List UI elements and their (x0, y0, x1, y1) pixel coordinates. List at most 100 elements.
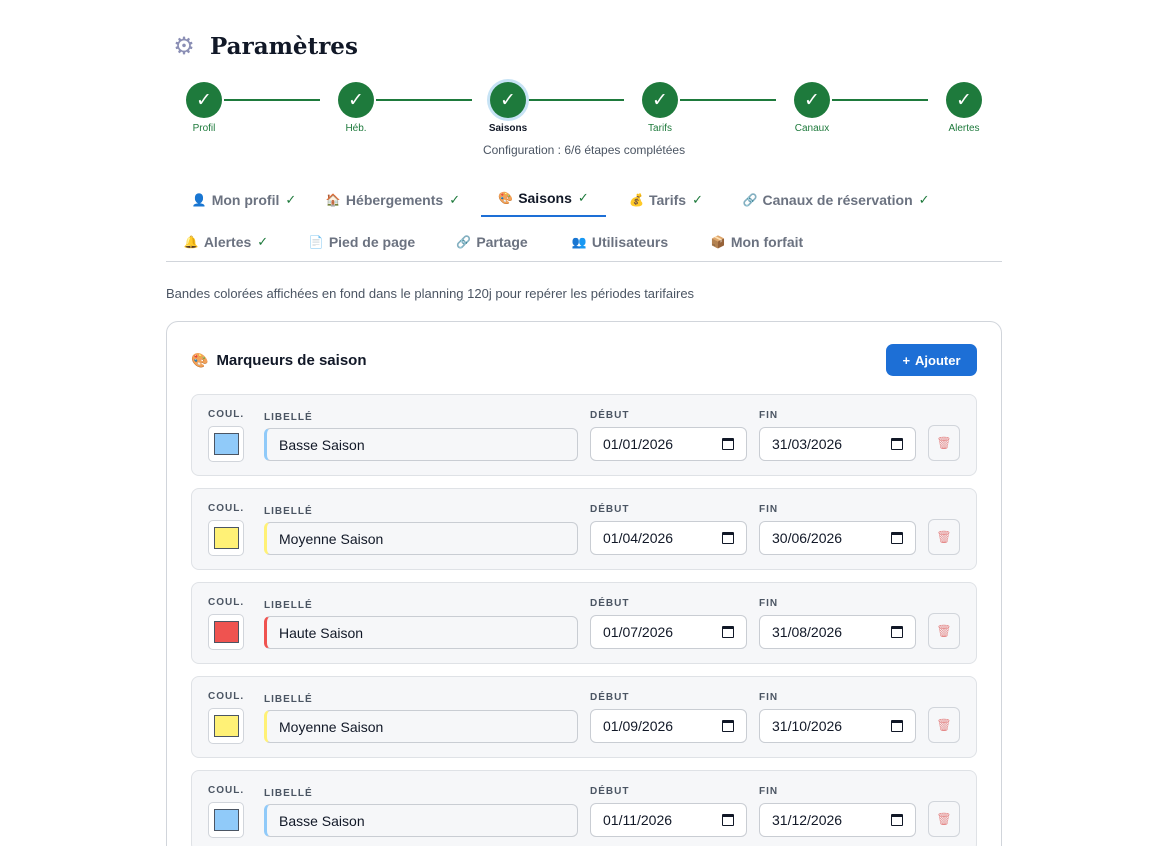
palette-icon: 🎨 (498, 191, 514, 205)
tab-utilisateurs[interactable]: 👥 Utilisateurs (572, 224, 668, 260)
calendar-icon[interactable] (722, 814, 734, 826)
calendar-icon[interactable] (722, 626, 734, 638)
check-icon: ✓ (449, 192, 461, 207)
start-date-value: 01/09/2026 (603, 718, 674, 734)
color-picker[interactable] (208, 614, 244, 650)
end-label: FIN (759, 598, 779, 609)
start-date-value: 01/07/2026 (603, 624, 674, 640)
step-canaux[interactable]: ✓ Canaux (772, 82, 852, 134)
add-season-button[interactable]: + Ajouter (886, 344, 977, 376)
tab-label: Tarifs (649, 192, 687, 208)
start-label: DÉBUT (590, 410, 630, 421)
tab-label: Saisons (518, 190, 572, 206)
gear-icon: ⚙ (173, 32, 195, 60)
end-label: FIN (759, 692, 779, 703)
house-icon: 🏠 (325, 193, 341, 207)
trash-icon: 🗑 (936, 812, 952, 826)
tab-alertes[interactable]: 🔔 Alertes ✓ (182, 224, 270, 260)
step-label: Canaux (794, 123, 830, 134)
color-swatch (214, 809, 239, 831)
calendar-icon[interactable] (891, 814, 903, 826)
delete-season-button[interactable]: 🗑 (928, 707, 960, 743)
start-date-input[interactable]: 01/09/2026 (590, 709, 747, 743)
season-name-input[interactable]: Moyenne Saison (264, 710, 578, 743)
delete-season-button[interactable]: 🗑 (928, 425, 960, 461)
trash-icon: 🗑 (936, 624, 952, 638)
trash-icon: 🗑 (936, 436, 952, 450)
tab-hebergements[interactable]: 🏠 Hébergements ✓ (326, 182, 460, 218)
end-date-input[interactable]: 31/03/2026 (759, 427, 916, 461)
trash-icon: 🗑 (936, 530, 952, 544)
step-label: Alertes (948, 123, 980, 134)
package-icon: 📦 (710, 235, 726, 249)
end-date-value: 31/12/2026 (772, 812, 843, 828)
tab-label: Mon forfait (730, 234, 804, 250)
end-date-value: 31/08/2026 (772, 624, 843, 640)
start-date-input[interactable]: 01/04/2026 (590, 521, 747, 555)
step-label: Saisons (488, 123, 528, 134)
calendar-icon[interactable] (891, 626, 903, 638)
check-icon: ✓ (338, 82, 374, 118)
start-date-input[interactable]: 01/01/2026 (590, 427, 747, 461)
check-icon: ✓ (918, 192, 930, 207)
check-icon: ✓ (794, 82, 830, 118)
check-icon: ✓ (642, 82, 678, 118)
step-label: Tarifs (648, 123, 672, 134)
card-title: Marqueurs de saison (216, 352, 367, 369)
plus-icon: + (902, 352, 911, 368)
tab-mon-profil[interactable]: 👤 Mon profil ✓ (180, 182, 308, 218)
tab-pied-de-page[interactable]: 📄 Pied de page (309, 224, 415, 260)
end-date-input[interactable]: 31/10/2026 (759, 709, 916, 743)
step-hebergements[interactable]: ✓ Héb. (316, 82, 396, 134)
color-label: COUL. (208, 409, 245, 420)
season-name-input[interactable]: Basse Saison (264, 428, 578, 461)
tab-label: Partage (476, 234, 528, 250)
tab-partage[interactable]: 🔗 Partage (456, 224, 528, 260)
tab-label: Canaux de réservation (762, 192, 913, 208)
calendar-icon[interactable] (722, 720, 734, 732)
color-label: COUL. (208, 503, 245, 514)
season-name-input[interactable]: Basse Saison (264, 804, 578, 837)
color-label: COUL. (208, 597, 245, 608)
start-date-input[interactable]: 01/07/2026 (590, 615, 747, 649)
season-name-input[interactable]: Moyenne Saison (264, 522, 578, 555)
color-picker[interactable] (208, 426, 244, 462)
name-label: LIBELLÉ (264, 788, 313, 799)
step-label: Profil (192, 123, 216, 134)
end-date-input[interactable]: 31/08/2026 (759, 615, 916, 649)
delete-season-button[interactable]: 🗑 (928, 519, 960, 555)
color-picker[interactable] (208, 708, 244, 744)
calendar-icon[interactable] (722, 438, 734, 450)
step-saisons[interactable]: ✓ Saisons (468, 82, 548, 134)
step-profil[interactable]: ✓ Profil (164, 82, 244, 134)
link-icon: 🔗 (742, 193, 758, 207)
calendar-icon[interactable] (891, 438, 903, 450)
end-date-input[interactable]: 30/06/2026 (759, 521, 916, 555)
start-date-value: 01/11/2026 (603, 812, 673, 828)
step-alertes[interactable]: ✓ Alertes (924, 82, 1004, 134)
tab-canaux-reservation[interactable]: 🔗 Canaux de réservation ✓ (742, 182, 929, 218)
calendar-icon[interactable] (891, 720, 903, 732)
calendar-icon[interactable] (722, 532, 734, 544)
color-swatch (214, 715, 239, 737)
calendar-icon[interactable] (891, 532, 903, 544)
tab-mon-forfait[interactable]: 📦 Mon forfait (711, 224, 803, 260)
card-header: 🎨 Marqueurs de saison (191, 352, 366, 369)
delete-season-button[interactable]: 🗑 (928, 801, 960, 837)
color-label: COUL. (208, 691, 245, 702)
name-label: LIBELLÉ (264, 506, 313, 517)
step-tarifs[interactable]: ✓ Tarifs (620, 82, 700, 134)
link-icon: 🔗 (456, 235, 472, 249)
section-description: Bandes colorées affichées en fond dans l… (166, 286, 695, 301)
color-picker[interactable] (208, 520, 244, 556)
tab-label: Hébergements (345, 192, 444, 208)
delete-season-button[interactable]: 🗑 (928, 613, 960, 649)
start-label: DÉBUT (590, 692, 630, 703)
tab-saisons[interactable]: 🎨 Saisons ✓ (481, 181, 606, 217)
start-date-input[interactable]: 01/11/2026 (590, 803, 747, 837)
color-swatch (214, 621, 239, 643)
color-picker[interactable] (208, 802, 244, 838)
tab-tarifs[interactable]: 💰 Tarifs ✓ (626, 182, 706, 218)
season-name-input[interactable]: Haute Saison (264, 616, 578, 649)
end-date-input[interactable]: 31/12/2026 (759, 803, 916, 837)
